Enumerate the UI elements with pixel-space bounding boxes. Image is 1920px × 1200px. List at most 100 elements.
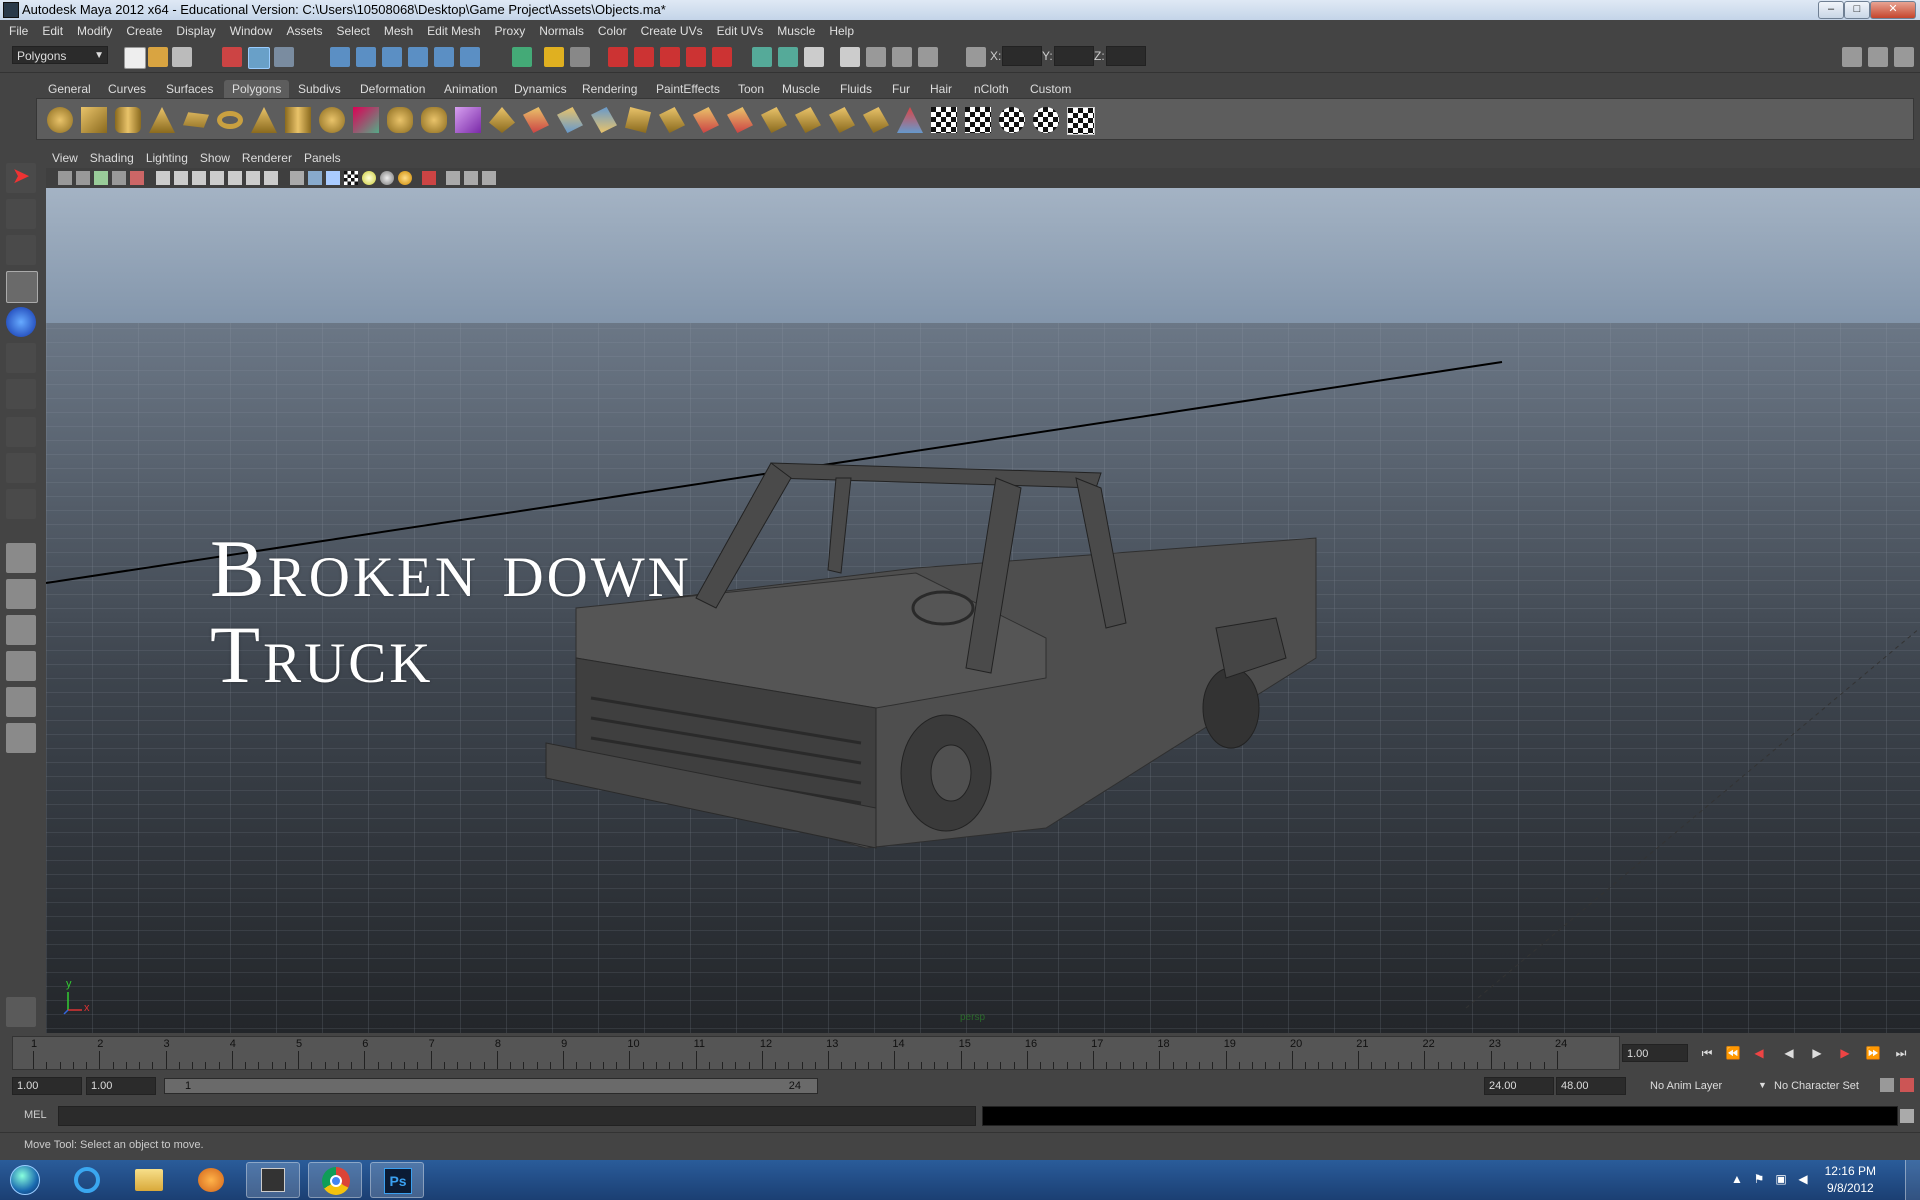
layout-four-pane-icon[interactable] — [6, 579, 36, 609]
bevel-icon[interactable] — [693, 107, 719, 133]
taskbar-internet-explorer[interactable] — [60, 1162, 114, 1198]
fill-hole-icon[interactable] — [761, 107, 787, 133]
wireframe-on-shaded-icon[interactable] — [326, 171, 340, 185]
tab-fluids[interactable]: Fluids — [832, 80, 880, 98]
tab-hair[interactable]: Hair — [922, 80, 960, 98]
select-camera-icon[interactable] — [58, 171, 72, 185]
menu-create[interactable]: Create — [119, 20, 169, 42]
cylindrical-map-icon[interactable] — [965, 107, 991, 133]
y-field[interactable] — [1054, 46, 1094, 66]
step-forward-key-icon[interactable]: ⏩ — [1862, 1044, 1884, 1062]
universal-manipulator-icon[interactable] — [6, 379, 36, 409]
playback-start-field[interactable]: 1.00 — [86, 1077, 156, 1095]
smooth-shade-icon[interactable] — [308, 171, 322, 185]
new-scene-icon[interactable] — [124, 47, 146, 69]
combine-icon[interactable] — [353, 107, 379, 133]
graph-editor-icon[interactable] — [866, 47, 886, 67]
tab-surfaces[interactable]: Surfaces — [158, 80, 221, 98]
step-back-key-icon[interactable]: ⏪ — [1722, 1044, 1744, 1062]
layout-single-pane-icon[interactable] — [6, 543, 36, 573]
viewport-menu-view[interactable]: View — [46, 148, 84, 168]
quadrangulate-icon[interactable] — [863, 107, 889, 133]
mel-command-input[interactable] — [58, 1106, 976, 1126]
smooth-proxy-icon[interactable] — [455, 107, 481, 133]
show-channel-box-icon[interactable] — [1894, 47, 1914, 67]
image-plane-icon[interactable] — [112, 171, 126, 185]
step-back-frame-icon[interactable]: ◀ — [1748, 1044, 1770, 1062]
taskbar-media-player[interactable] — [184, 1162, 238, 1198]
current-frame-field[interactable]: 1.00 — [1622, 1044, 1688, 1062]
script-editor-icon[interactable] — [1900, 1109, 1914, 1123]
collapse-icon[interactable] — [795, 107, 821, 133]
snap-point-icon[interactable] — [382, 47, 402, 67]
isolate-select-icon[interactable] — [422, 171, 436, 185]
menu-display[interactable]: Display — [169, 20, 222, 42]
uv-texture-editor-icon[interactable] — [1067, 107, 1095, 135]
automatic-map-icon[interactable] — [1033, 107, 1059, 133]
lasso-tool-icon[interactable] — [6, 199, 36, 229]
merge-icon[interactable] — [727, 107, 753, 133]
render-view-icon[interactable] — [712, 47, 732, 67]
show-attribute-editor-icon[interactable] — [1842, 47, 1862, 67]
paint-select-tool-icon[interactable] — [6, 235, 36, 265]
poly-cone-icon[interactable] — [149, 107, 175, 133]
step-forward-frame-icon[interactable]: ▶ — [1834, 1044, 1856, 1062]
extrude-icon[interactable] — [489, 107, 515, 133]
last-used-tool-icon[interactable] — [6, 489, 36, 519]
resolution-gate-icon[interactable] — [192, 171, 206, 185]
tab-fur[interactable]: Fur — [884, 80, 918, 98]
viewport-menu-show[interactable]: Show — [194, 148, 236, 168]
action-center-flag-icon[interactable]: ⚑ — [1752, 1172, 1766, 1186]
command-language-toggle[interactable]: MEL — [24, 1109, 47, 1121]
selection-mask-icon[interactable] — [570, 47, 590, 67]
tab-dynamics[interactable]: Dynamics — [506, 80, 575, 98]
ipr-render-icon[interactable] — [634, 47, 654, 67]
select-by-hierarchy-icon[interactable] — [222, 47, 242, 67]
poly-sphere-icon[interactable] — [47, 107, 73, 133]
offset-edge-loop-icon[interactable] — [659, 107, 685, 133]
taskbar-maya[interactable] — [246, 1162, 300, 1198]
separate-icon[interactable] — [387, 107, 413, 133]
taskbar-photoshop[interactable]: Ps — [370, 1162, 424, 1198]
tab-rendering[interactable]: Rendering — [574, 80, 645, 98]
show-desktop-button[interactable] — [1905, 1160, 1920, 1200]
insert-edge-loop-icon[interactable] — [625, 107, 651, 133]
show-hidden-icons-icon[interactable]: ▲ — [1730, 1172, 1744, 1186]
smooth-icon[interactable] — [421, 107, 447, 133]
two-d-pan-zoom-icon[interactable] — [130, 171, 144, 185]
taskbar-chrome[interactable] — [308, 1162, 362, 1198]
outliner-icon[interactable] — [840, 47, 860, 67]
use-all-lights-icon[interactable] — [380, 171, 394, 185]
hypershade-icon[interactable] — [686, 47, 706, 67]
play-backwards-icon[interactable]: ◀ — [1778, 1044, 1800, 1062]
safe-action-icon[interactable] — [246, 171, 260, 185]
select-tool-icon[interactable]: ➤ — [6, 163, 36, 193]
attribute-editor-icon[interactable] — [752, 47, 772, 67]
viewport-menu-renderer[interactable]: Renderer — [236, 148, 298, 168]
menu-help[interactable]: Help — [822, 20, 861, 42]
move-tool-icon[interactable] — [6, 271, 38, 303]
gate-mask-icon[interactable] — [210, 171, 224, 185]
time-slider[interactable]: 1 2 3 4 5 6 7 8 9 10 11 12 13 14 15 16 17 18 19 20 21 22 23 24 — [12, 1036, 1620, 1070]
xray-components-icon[interactable] — [482, 171, 496, 185]
menu-color[interactable]: Color — [591, 20, 634, 42]
taskbar-clock[interactable]: 12:16 PM 9/8/2012 — [1825, 1163, 1876, 1197]
reference-editor-icon[interactable] — [6, 997, 36, 1027]
select-by-component-icon[interactable] — [274, 47, 294, 67]
select-by-object-icon[interactable] — [248, 47, 270, 69]
tab-painteffects[interactable]: PaintEffects — [648, 80, 728, 98]
layout-hypershade-icon[interactable] — [6, 687, 36, 717]
use-default-lighting-icon[interactable] — [362, 171, 376, 185]
tab-deformation[interactable]: Deformation — [352, 80, 433, 98]
render-icon[interactable] — [608, 47, 628, 67]
playback-end-field[interactable]: 24.00 — [1484, 1077, 1554, 1095]
tab-muscle[interactable]: Muscle — [774, 80, 828, 98]
menu-edit-uvs[interactable]: Edit UVs — [710, 20, 771, 42]
save-scene-icon[interactable] — [172, 47, 192, 67]
x-field[interactable] — [1002, 46, 1042, 66]
transform-mode-icon[interactable] — [966, 47, 986, 67]
bookmarks-icon[interactable] — [94, 171, 108, 185]
tab-ncloth[interactable]: nCloth — [966, 80, 1017, 98]
make-live-icon[interactable] — [434, 47, 454, 67]
start-button[interactable] — [2, 1162, 48, 1198]
